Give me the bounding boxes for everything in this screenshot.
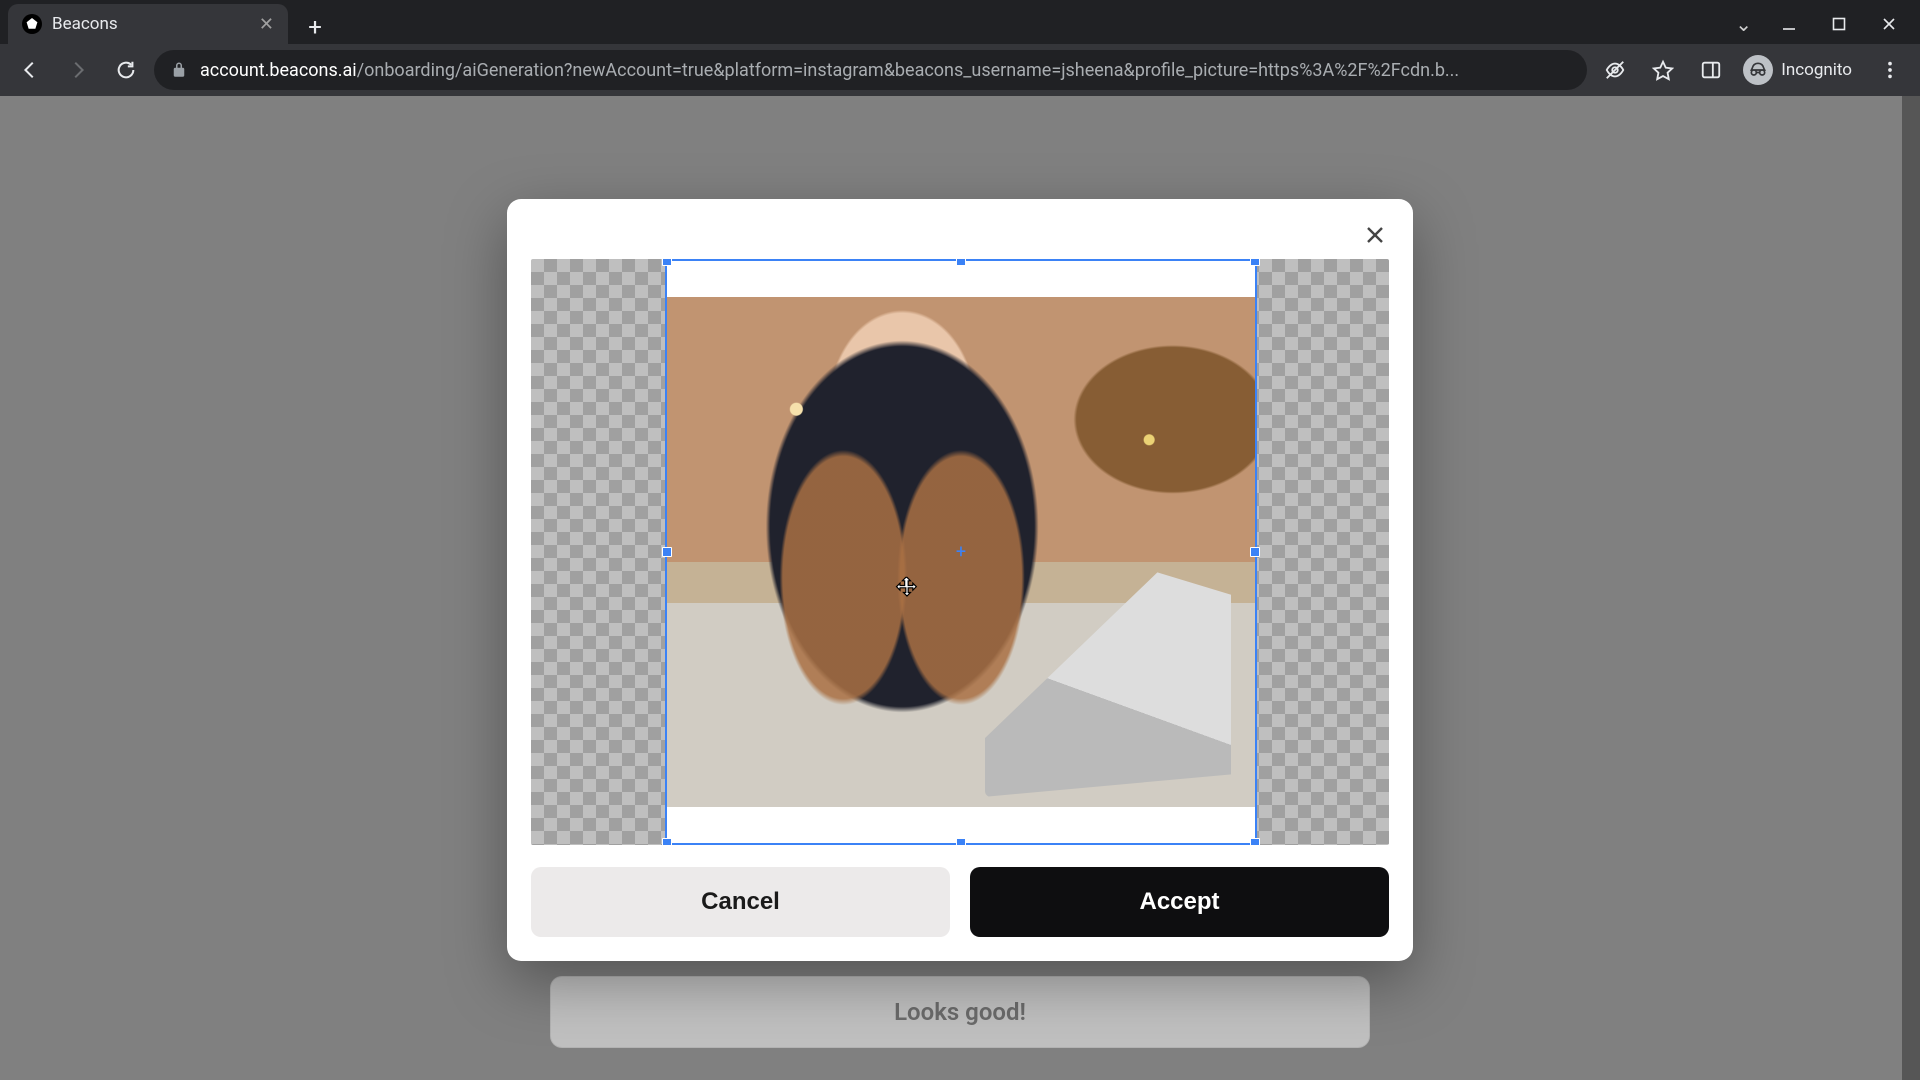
cancel-label: Cancel [701, 888, 780, 916]
window-close-button[interactable] [1866, 8, 1912, 40]
bookmark-star-icon[interactable] [1643, 50, 1683, 90]
browser-chrome: Beacons ✕ + ⌄ account.beacons.ai/onboard… [0, 0, 1920, 96]
side-panel-icon[interactable] [1691, 50, 1731, 90]
cancel-button[interactable]: Cancel [531, 867, 950, 937]
crop-handle-sw[interactable] [662, 838, 672, 845]
browser-tab[interactable]: Beacons ✕ [8, 4, 288, 44]
nav-back-button[interactable] [10, 50, 50, 90]
crop-handle-n[interactable] [956, 259, 966, 266]
tab-search-chevron-icon[interactable]: ⌄ [1725, 6, 1762, 42]
crop-handle-se[interactable] [1250, 838, 1260, 845]
crop-selection[interactable]: + [665, 259, 1257, 845]
modal-backdrop: + Cancel Accept [0, 96, 1920, 1080]
tab-close-icon[interactable]: ✕ [259, 14, 274, 35]
crop-handle-e[interactable] [1250, 547, 1260, 557]
crop-handle-s[interactable] [956, 838, 966, 845]
accept-label: Accept [1139, 888, 1219, 916]
browser-toolbar: account.beacons.ai/onboarding/aiGenerati… [0, 44, 1920, 96]
incognito-indicator[interactable]: Incognito [1739, 51, 1862, 89]
accept-button[interactable]: Accept [970, 867, 1389, 937]
lock-icon [170, 61, 188, 79]
favicon-icon [22, 14, 42, 34]
window-controls: ⌄ [1725, 6, 1912, 42]
image-crop-modal: + Cancel Accept [507, 199, 1413, 961]
tab-strip: Beacons ✕ + [0, 0, 1920, 44]
modal-close-button[interactable] [1357, 217, 1393, 253]
incognito-label: Incognito [1781, 60, 1852, 80]
page-viewport: Looks good! + [0, 96, 1920, 1080]
browser-menu-icon[interactable] [1870, 50, 1910, 90]
incognito-icon [1743, 55, 1773, 85]
modal-button-row: Cancel Accept [531, 867, 1389, 937]
window-minimize-button[interactable] [1766, 8, 1812, 40]
nav-reload-button[interactable] [106, 50, 146, 90]
crop-handle-ne[interactable] [1250, 259, 1260, 266]
crop-handle-w[interactable] [662, 547, 672, 557]
new-tab-button[interactable]: + [298, 10, 332, 44]
tab-title: Beacons [52, 14, 249, 34]
eye-off-icon[interactable] [1595, 50, 1635, 90]
url-text: account.beacons.ai/onboarding/aiGenerati… [200, 60, 1571, 81]
address-bar[interactable]: account.beacons.ai/onboarding/aiGenerati… [154, 50, 1587, 90]
crop-canvas[interactable]: + [531, 259, 1389, 845]
window-maximize-button[interactable] [1816, 8, 1862, 40]
nav-forward-button[interactable] [58, 50, 98, 90]
profile-photo-placeholder [667, 297, 1255, 807]
crop-handle-nw[interactable] [662, 259, 672, 266]
crop-image [667, 297, 1255, 807]
